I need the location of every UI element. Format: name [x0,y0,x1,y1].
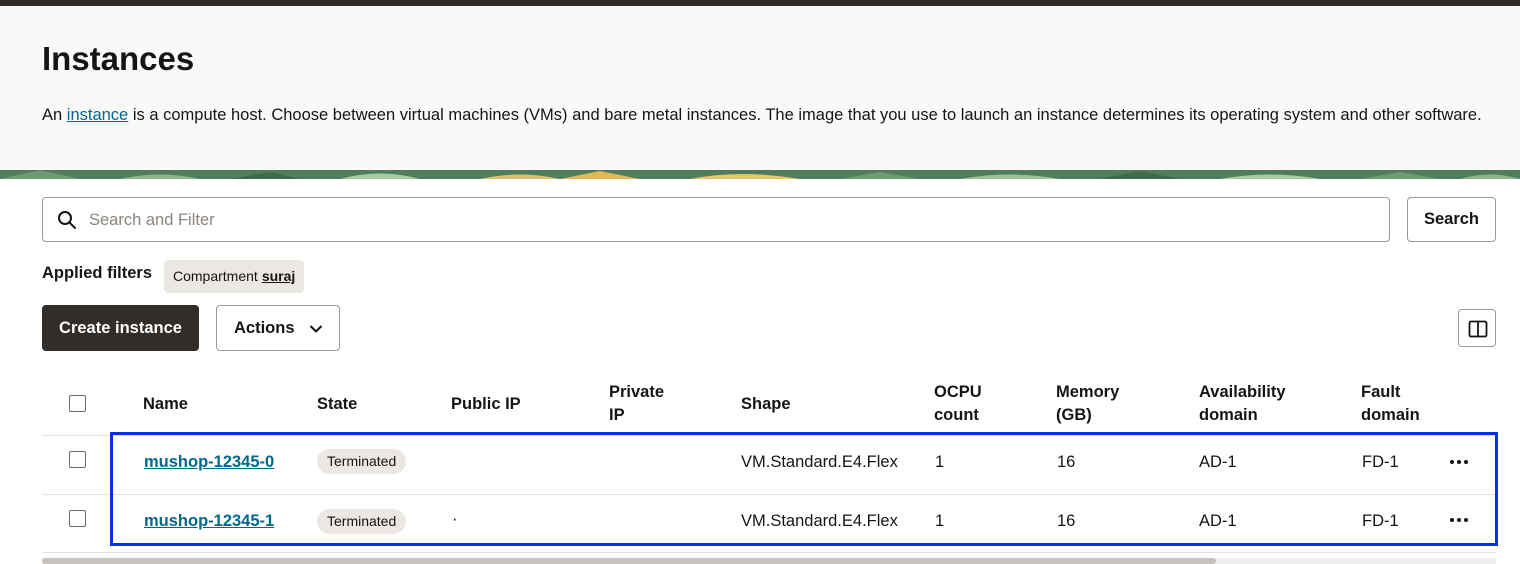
column-header-private-ip-line2: IP [609,406,625,424]
column-header-ocpu[interactable]: OCPU count [934,381,982,427]
column-header-state[interactable]: State [317,393,357,416]
instance-doc-link[interactable]: instance [67,106,128,124]
shape-cell: VM.Standard.E4.Flex [741,453,898,471]
search-box[interactable] [42,197,1390,242]
redacted-area [454,437,706,494]
instance-name-link[interactable]: mushop-12345-0 [144,451,274,473]
column-header-fault-domain[interactable]: Fault domain [1361,381,1420,427]
columns-icon [1468,320,1488,338]
description-text-start: An [42,106,67,124]
column-header-memory[interactable]: Memory (GB) [1056,381,1119,427]
horizontal-scrollbar-thumb[interactable] [42,558,1216,564]
search-button[interactable]: Search [1407,197,1496,242]
memory-cell: 16 [1057,512,1076,530]
shape-cell: VM.Standard.E4.Flex [741,512,898,530]
availability-domain-cell: AD-1 [1199,453,1237,471]
ocpu-cell: 1 [935,512,945,530]
search-icon [58,211,76,229]
page-title: Instances [42,40,195,77]
select-all-checkbox[interactable] [69,395,86,412]
filter-chip-key: Compartment [173,268,258,284]
page-header: Instances An instance is a compute host.… [0,6,1520,170]
row-checkbox[interactable] [69,510,86,527]
row-divider [42,552,1496,553]
create-instance-button[interactable]: Create instance [42,305,199,351]
column-header-ocpu-line1: OCPU [934,383,982,401]
column-header-memory-line2: (GB) [1056,406,1092,424]
filter-chip-value[interactable]: suraj [262,268,295,284]
column-header-name[interactable]: Name [143,393,188,416]
column-header-memory-line1: Memory [1056,383,1120,401]
more-horizontal-icon[interactable] [1448,509,1470,531]
fault-domain-cell: FD-1 [1362,453,1399,471]
column-header-availability-domain[interactable]: Availability domain [1199,381,1286,427]
column-header-ad-line2: domain [1199,406,1258,424]
column-header-shape[interactable]: Shape [741,393,791,416]
column-header-private-ip-line1: Private [609,383,665,401]
chevron-down-icon [310,325,322,333]
column-header-private-ip[interactable]: Private IP [609,381,664,427]
decorative-banner [0,170,1520,179]
column-header-ocpu-line2: count [934,406,979,424]
fault-domain-cell: FD-1 [1362,512,1399,530]
availability-domain-cell: AD-1 [1199,512,1237,530]
row-checkbox[interactable] [69,451,86,468]
applied-filters-label: Applied filters [42,264,153,282]
actions-label: Actions [234,318,295,337]
column-header-ad-line1: Availability [1199,383,1286,401]
status-badge: Terminated [317,449,407,474]
column-header-public-ip[interactable]: Public IP [451,393,521,416]
more-horizontal-icon[interactable] [1448,451,1470,473]
column-header-fd-line1: Fault [1361,383,1401,401]
page-description: An instance is a compute host. Choose be… [42,104,1482,127]
memory-cell: 16 [1057,453,1076,471]
manage-columns-button[interactable] [1458,309,1496,347]
status-badge: Terminated [317,509,407,534]
description-text-end: is a compute host. Choose between virtua… [128,106,1482,124]
row-divider [42,494,1496,495]
ocpu-cell: 1 [935,453,945,471]
public-ip-cell: · [452,510,458,528]
column-header-fd-line2: domain [1361,406,1420,424]
search-input[interactable] [89,206,1379,234]
instance-name-link[interactable]: mushop-12345-1 [144,510,274,532]
header-divider [42,435,1496,436]
actions-menu-button[interactable]: Actions [216,305,340,351]
compartment-filter-chip[interactable]: Compartment suraj [164,260,305,293]
